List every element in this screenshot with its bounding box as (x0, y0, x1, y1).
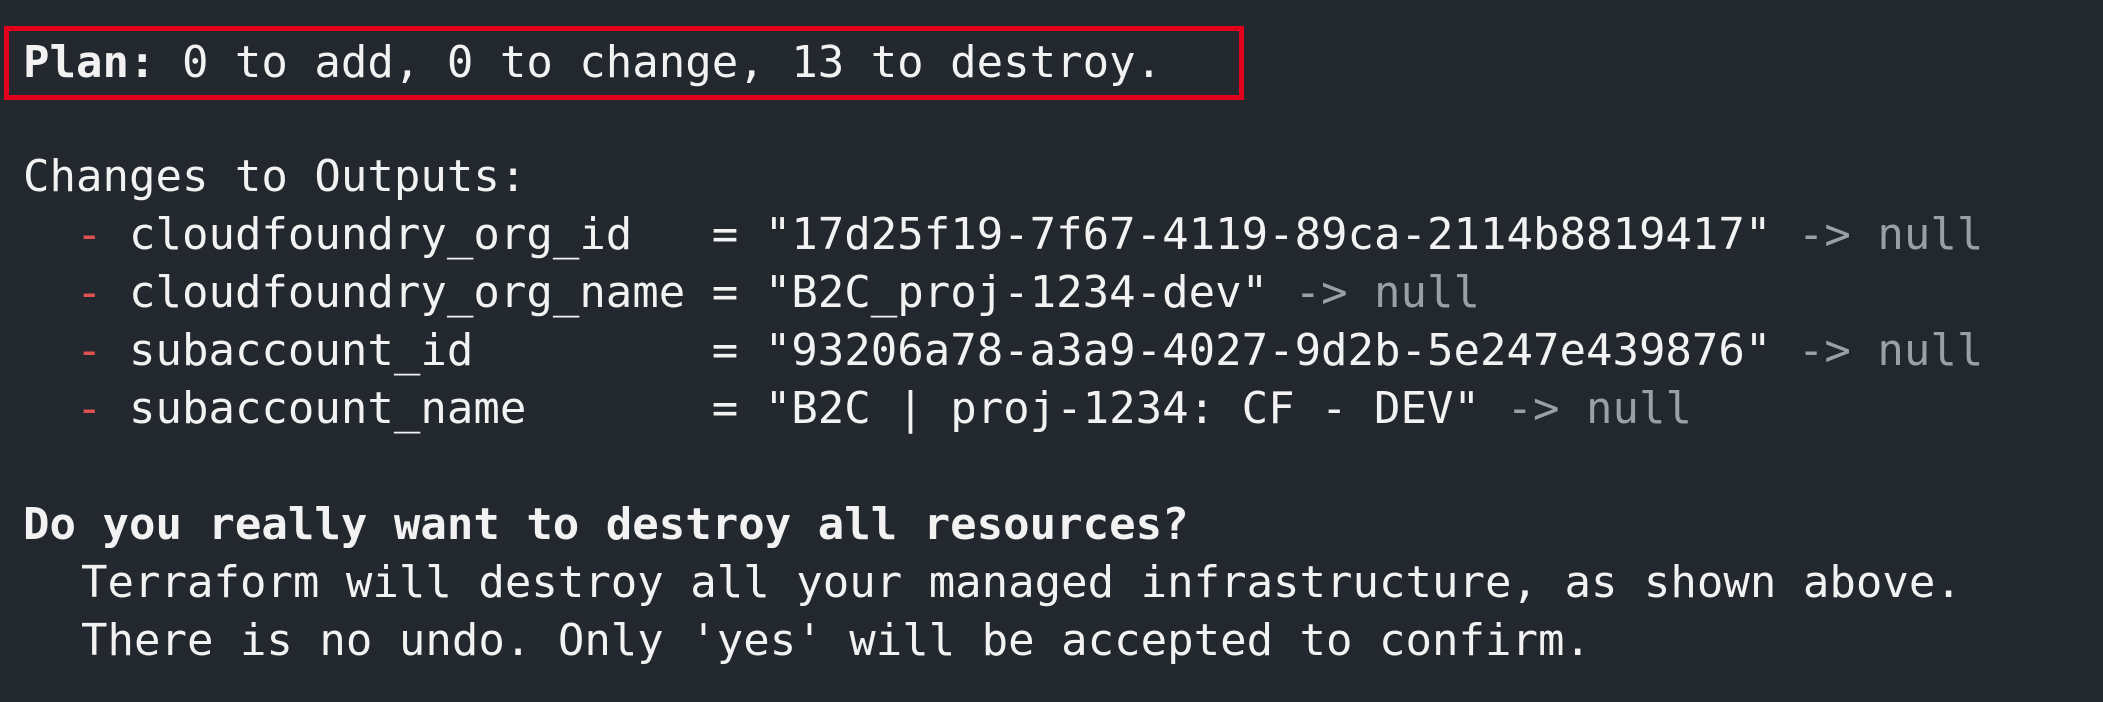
destroy-marker: - (75, 267, 103, 318)
output-value: "B2C | proj-1234: CF - DEV" (764, 383, 1481, 434)
output-equals: = (685, 383, 765, 434)
output-name: subaccount_id (128, 325, 686, 376)
outputs-header: Changes to Outputs: (23, 151, 527, 202)
terminal-window: Plan: 0 to add, 0 to change, 13 to destr… (0, 0, 2103, 702)
output-equals: = (685, 209, 765, 260)
output-change: -> null (1480, 383, 1692, 434)
output-equals: = (685, 267, 765, 318)
confirm-warning-line-1: Terraform will destroy all your managed … (81, 557, 1962, 608)
destroy-marker: - (75, 209, 103, 260)
output-row: - subaccount_id = "93206a78-a3a9-4027-9d… (23, 322, 1983, 380)
plan-line: Plan: 0 to add, 0 to change, 13 to destr… (23, 34, 1162, 92)
output-name: subaccount_name (128, 383, 686, 434)
output-value: "93206a78-a3a9-4027-9d2b-5e247e439876" (764, 325, 1772, 376)
output-change: -> null (1771, 325, 1984, 376)
destroy-marker: - (75, 383, 103, 434)
output-equals: = (685, 325, 765, 376)
output-change: -> null (1268, 267, 1481, 318)
output-name: cloudfoundry_org_id (128, 209, 686, 260)
output-value: "B2C_proj-1234-dev" (764, 267, 1269, 318)
output-row: - subaccount_name = "B2C | proj-1234: CF… (23, 380, 1692, 438)
plan-summary: 0 to add, 0 to change, 13 to destroy. (155, 37, 1163, 88)
destroy-marker: - (75, 325, 103, 376)
output-row: - cloudfoundry_org_id = "17d25f19-7f67-4… (23, 206, 1983, 264)
output-name: cloudfoundry_org_name (128, 267, 686, 318)
output-row: - cloudfoundry_org_name = "B2C_proj-1234… (23, 264, 1480, 322)
confirm-warning-line-2: There is no undo. Only 'yes' will be acc… (81, 615, 1591, 666)
output-value: "17d25f19-7f67-4119-89ca-2114b8819417" (764, 209, 1772, 260)
confirm-question: Do you really want to destroy all resour… (23, 499, 1189, 550)
plan-label: Plan: (23, 37, 156, 88)
output-change: -> null (1771, 209, 1984, 260)
